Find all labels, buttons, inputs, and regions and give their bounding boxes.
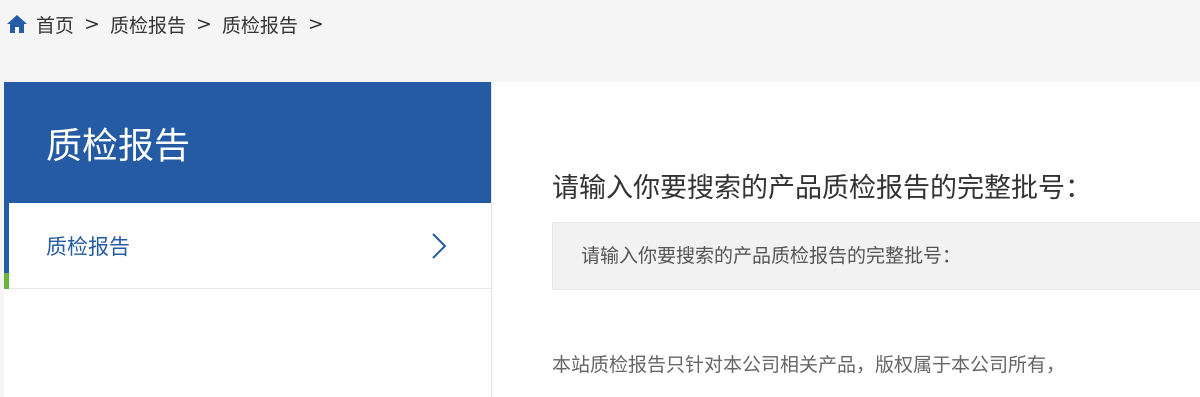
breadcrumb: 首页 > 质检报告 > 质检报告 > [0, 0, 1200, 48]
breadcrumb-home-link[interactable]: 首页 [36, 11, 74, 38]
sidebar: 质检报告 质检报告 [4, 82, 492, 397]
search-heading: 请输入你要搜索的产品质检报告的完整批号： [552, 173, 1092, 204]
chevron-right-icon [431, 232, 447, 260]
accent-mark [4, 273, 9, 289]
sidebar-item-quality-report[interactable]: 质检报告 [4, 203, 491, 289]
breadcrumb-separator: > [195, 13, 212, 35]
main-content: 请输入你要搜索的产品质检报告的完整批号： 本站质检报告只针对本公司相关产品，版权… [492, 82, 1200, 397]
active-indicator [4, 203, 9, 273]
breadcrumb-link-quality-report-sub[interactable]: 质检报告 [222, 11, 298, 38]
copyright-notice: 本站质检报告只针对本公司相关产品，版权属于本公司所有， [552, 354, 1066, 376]
breadcrumb-separator: > [84, 13, 100, 35]
batch-number-search-input[interactable] [552, 222, 1200, 290]
home-icon[interactable] [6, 13, 28, 35]
breadcrumb-link-quality-report[interactable]: 质检报告 [110, 11, 186, 38]
sidebar-item-label: 质检报告 [46, 234, 130, 259]
breadcrumb-separator: > [307, 13, 324, 35]
sidebar-title: 质检报告 [4, 82, 491, 203]
